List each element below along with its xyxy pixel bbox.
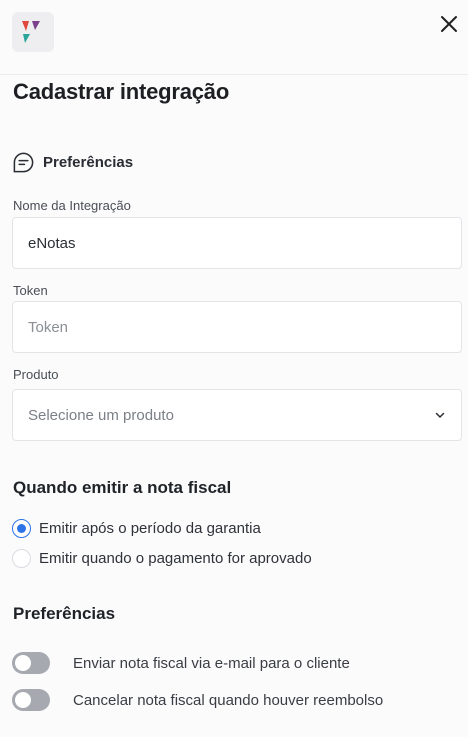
integration-name-field[interactable] [12,217,462,269]
toggle-label: Cancelar nota fiscal quando houver reemb… [73,691,384,709]
radio-option-payment-approved[interactable]: Emitir quando o pagamento for aprovado [12,547,312,569]
toggle-label: Enviar nota fiscal via e-mail para o cli… [73,654,350,672]
token-label: Token [13,283,48,298]
brand-logo [12,12,54,52]
section-title: Preferências [43,153,134,171]
toggle-knob [15,655,31,671]
token-field[interactable] [12,301,462,353]
chat-bubble-lines-icon [13,152,34,172]
radio-checked-icon[interactable] [12,518,31,538]
section-preferences-header: Preferências [12,150,133,174]
toggle-row-email-invoice: Enviar nota fiscal via e-mail para o cli… [12,651,350,675]
product-select-placeholder: Selecione um produto [28,406,174,424]
product-select[interactable]: Selecione um produto [12,389,462,441]
radio-option-label: Emitir após o período da garantia [39,519,261,537]
brand-flag-logo-icon [22,21,40,43]
cancel-invoice-toggle[interactable] [12,689,50,711]
toggle-knob [15,692,31,708]
radio-unchecked-icon[interactable] [12,548,31,568]
email-invoice-toggle[interactable] [12,652,50,674]
token-input[interactable] [28,318,446,336]
chevron-down-icon [435,412,445,418]
radio-option-label: Emitir quando o pagamento for aprovado [39,549,312,567]
radio-option-after-warranty[interactable]: Emitir após o período da garantia [12,517,261,539]
product-label: Produto [13,367,59,382]
close-button[interactable] [438,13,460,35]
page-title: Cadastrar integração [13,79,230,104]
close-icon [441,16,457,32]
emission-heading: Quando emitir a nota fiscal [13,478,232,497]
integration-name-label: Nome da Integração [13,198,131,213]
integration-name-input[interactable] [28,234,446,252]
integration-panel: Cadastrar integração Preferências Nome d… [0,0,468,737]
top-bar [0,0,468,75]
toggle-row-cancel-invoice: Cancelar nota fiscal quando houver reemb… [12,688,383,712]
preferences-heading: Preferências [13,604,116,623]
